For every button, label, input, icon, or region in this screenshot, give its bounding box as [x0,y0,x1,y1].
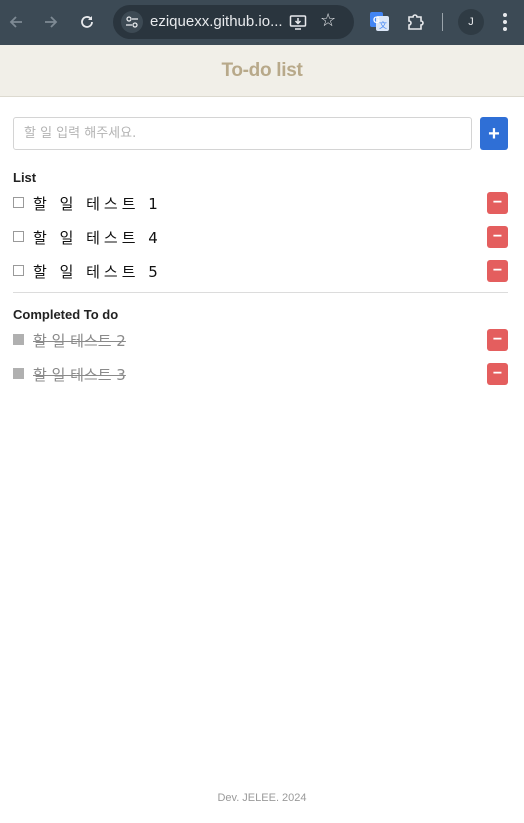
todo-item: 할 일 테스트 1 − [13,192,508,214]
list-section-title: List [13,170,37,185]
completed-label: 할 일 테스트 2 [33,332,126,350]
install-app-icon[interactable] [289,13,307,31]
completed-checkbox[interactable] [13,368,24,379]
address-url[interactable]: eziquexx.github.io... [150,13,283,30]
remove-todo-button[interactable]: − [487,192,508,214]
completed-label: 할 일 테스트 3 [33,366,126,384]
forward-arrow-icon[interactable] [38,9,64,35]
site-settings-icon[interactable] [121,11,143,33]
todo-label: 할 일 테스트 5 [33,263,162,281]
remove-todo-button[interactable]: − [487,226,508,248]
profile-avatar[interactable]: J [458,9,484,35]
remove-completed-button[interactable]: − [487,363,508,385]
add-todo-button[interactable]: + [480,117,508,150]
todo-item: 할 일 테스트 5 − [13,260,508,282]
more-vert-icon[interactable] [498,11,512,33]
reload-icon[interactable] [74,9,100,35]
browser-toolbar: eziquexx.github.io... ☆ G文 J [0,0,524,45]
app-header: To-do list [0,45,524,97]
back-arrow-icon[interactable] [3,9,29,35]
completed-item: 할 일 테스트 2 − [13,329,508,351]
bookmark-star-icon[interactable]: ☆ [320,10,336,31]
page-title: To-do list [221,59,303,81]
todo-checkbox[interactable] [13,265,24,276]
section-divider [13,292,508,293]
completed-checkbox[interactable] [13,334,24,345]
todo-label: 할 일 테스트 4 [33,229,162,247]
todo-item: 할 일 테스트 4 − [13,226,508,248]
completed-section-title: Completed To do [13,307,119,322]
translate-icon[interactable]: G文 [370,12,389,31]
toolbar-divider [442,13,443,31]
completed-item: 할 일 테스트 3 − [13,363,508,385]
remove-completed-button[interactable]: − [487,329,508,351]
todo-checkbox[interactable] [13,197,24,208]
footer-credit: Dev. JELEE. 2024 [217,792,307,804]
remove-todo-button[interactable]: − [487,260,508,282]
todo-checkbox[interactable] [13,231,24,242]
todo-input[interactable] [13,117,472,150]
svg-text:文: 文 [379,20,387,30]
address-bar[interactable]: eziquexx.github.io... ☆ [113,5,354,39]
extensions-puzzle-icon[interactable] [406,11,426,31]
todo-label: 할 일 테스트 1 [33,195,162,213]
